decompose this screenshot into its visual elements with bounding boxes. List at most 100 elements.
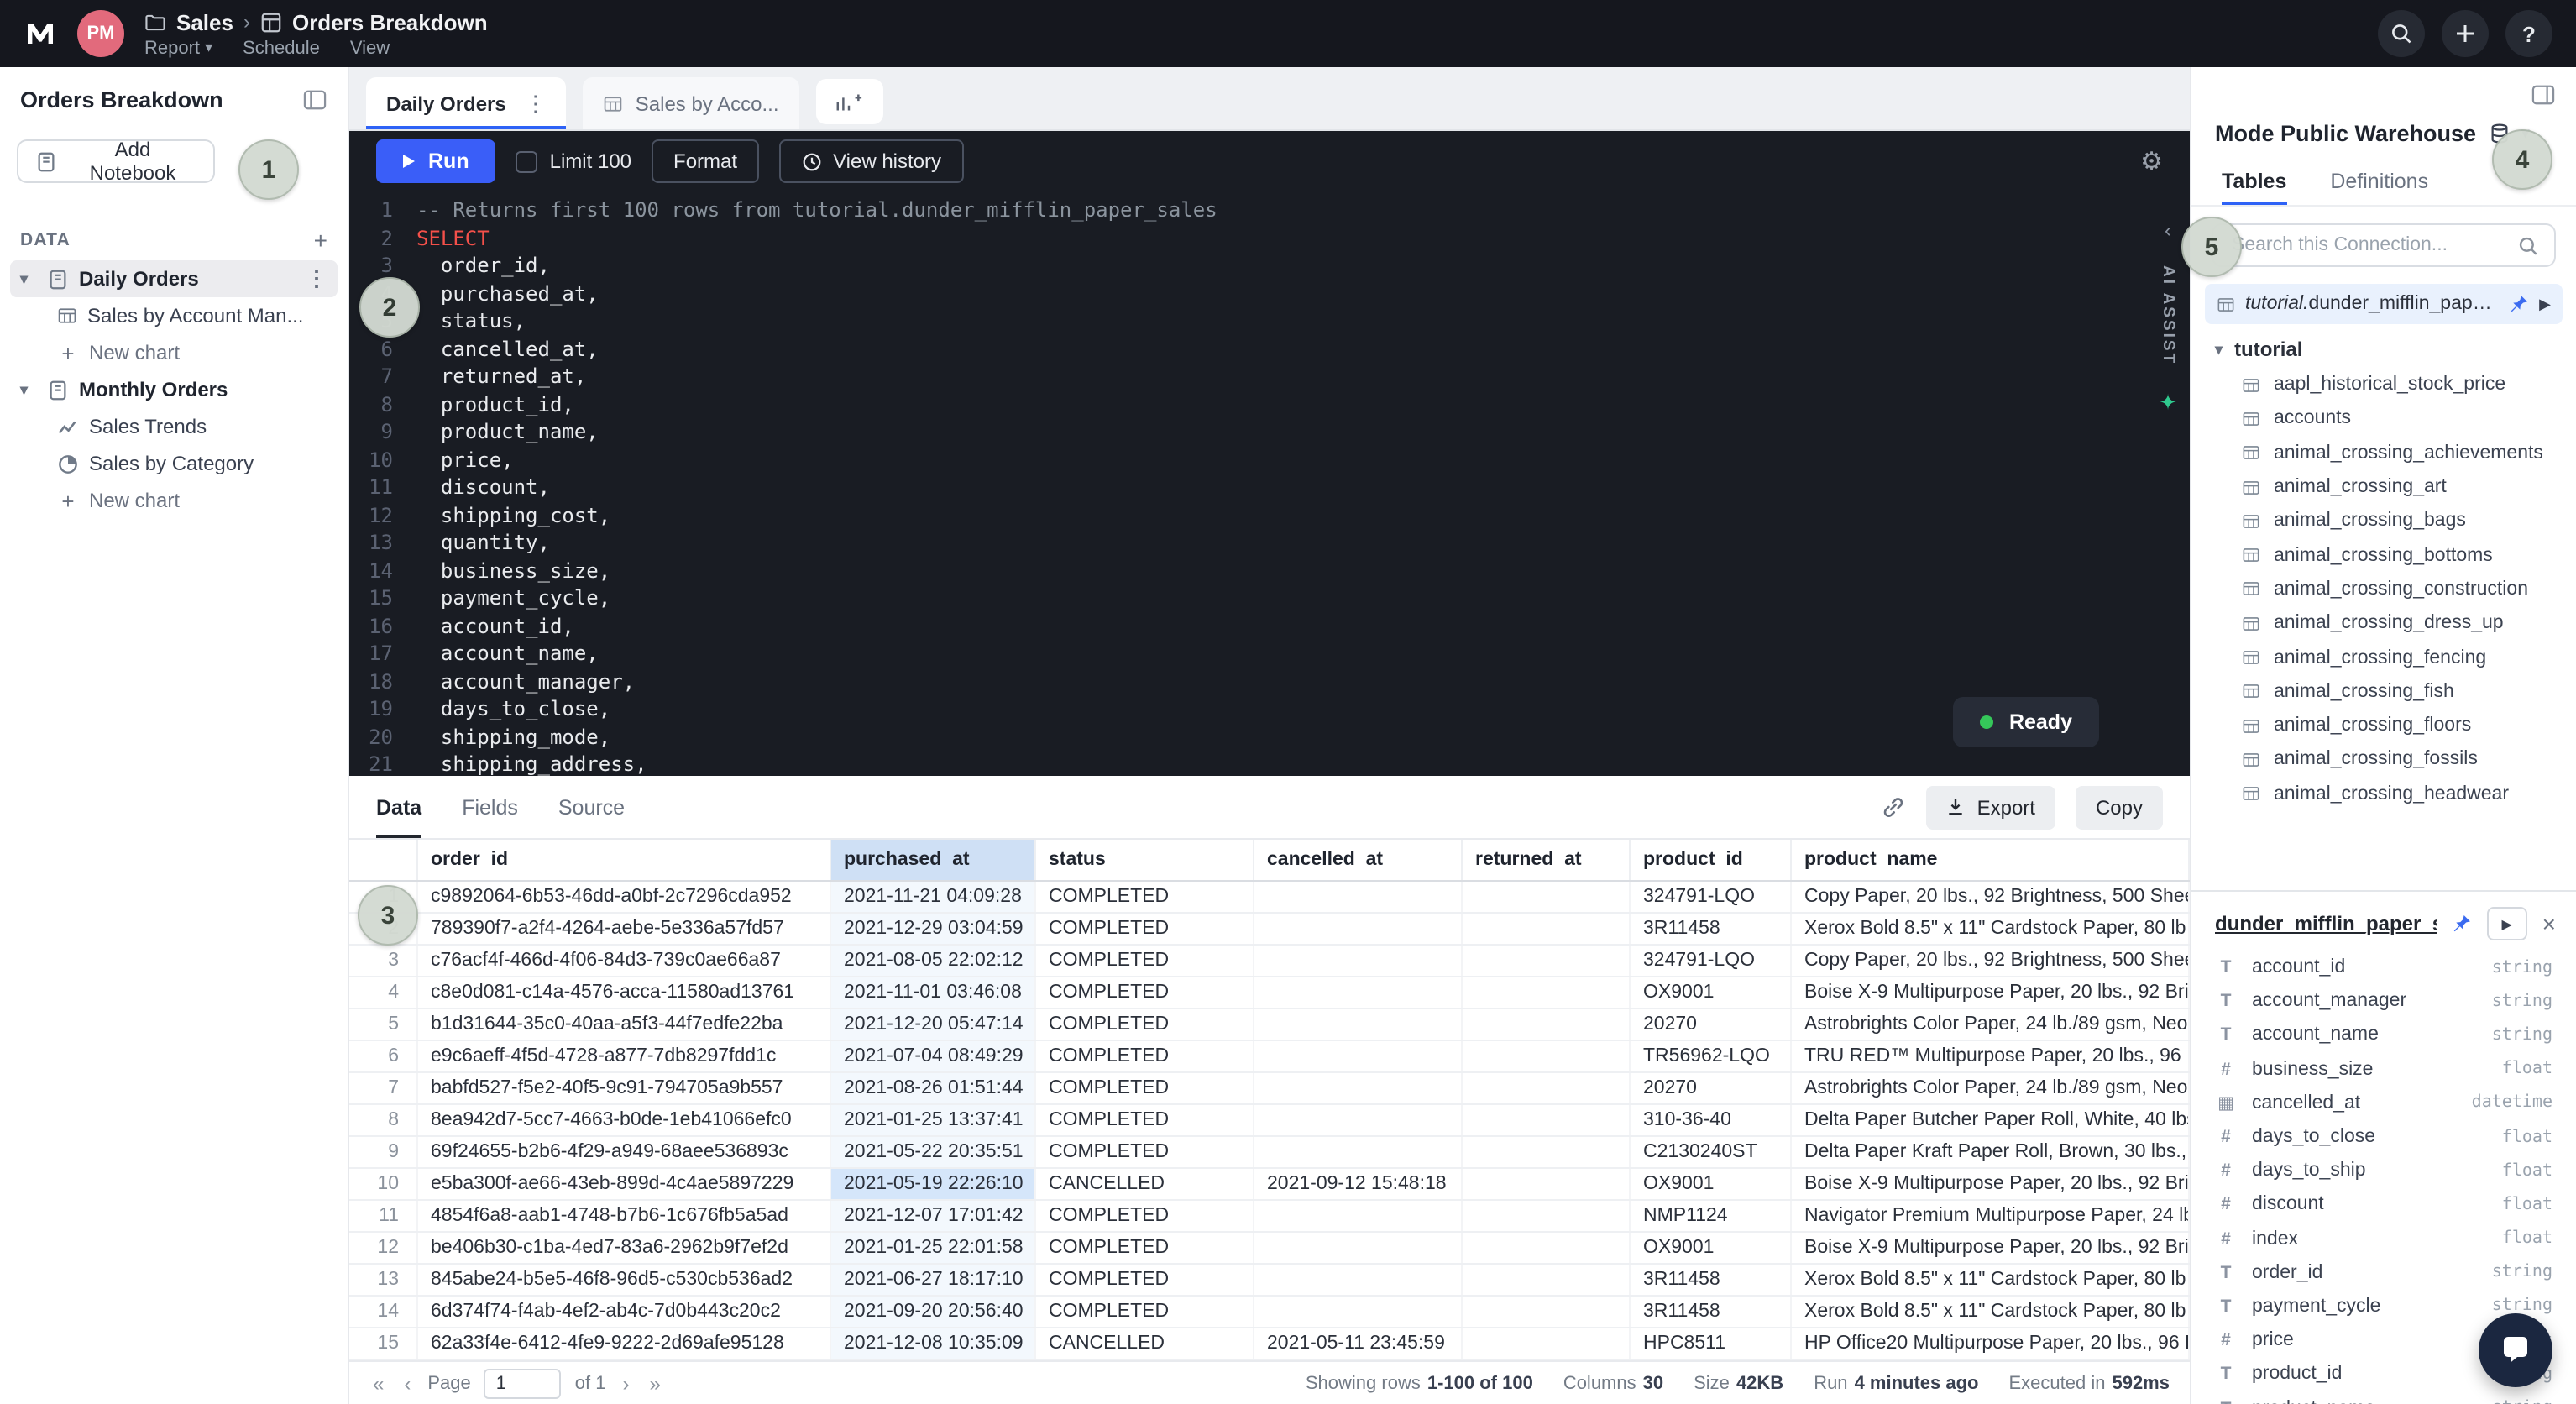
next-page-icon[interactable]: › <box>620 1371 633 1395</box>
table-list-item[interactable]: animal_crossing_fossils <box>2191 743 2576 778</box>
cell-status[interactable]: COMPLETED <box>1034 880 1253 912</box>
view-history-button[interactable]: View history <box>779 139 963 183</box>
cell-returned-at[interactable] <box>1461 1167 1629 1199</box>
cell-purchased-at[interactable]: 2021-05-19 22:26:10 <box>830 1167 1034 1199</box>
table-list-item[interactable]: animal_crossing_fencing <box>2191 641 2576 675</box>
cell-order-id[interactable]: c8e0d081-c14a-4576-acca-11580ad13761 <box>416 976 830 1008</box>
cell-purchased-at[interactable]: 2021-12-20 05:47:14 <box>830 1008 1034 1040</box>
limit-checkbox-row[interactable]: Limit 100 <box>516 149 631 173</box>
sparkle-icon[interactable]: ✦ <box>2159 389 2177 416</box>
code-line[interactable]: 12 shipping_cost, <box>349 501 2146 529</box>
cell-product-id[interactable]: 3R11458 <box>1629 1263 1790 1295</box>
connection-search[interactable] <box>2212 223 2556 267</box>
cell-purchased-at[interactable]: 2021-05-22 20:35:51 <box>830 1135 1034 1167</box>
column-header-status[interactable]: status <box>1034 840 1253 880</box>
cell-product-id[interactable]: 310-36-40 <box>1629 1103 1790 1135</box>
menu-report[interactable]: Report▾ <box>144 38 212 58</box>
field-row[interactable]: account_name string <box>2191 1019 2576 1052</box>
cell-returned-at[interactable] <box>1461 1327 1629 1359</box>
collapse-rail-icon[interactable]: ‹ <box>2165 218 2171 242</box>
run-button[interactable]: Run <box>376 139 496 183</box>
code-line[interactable]: 7 returned_at, <box>349 363 2146 390</box>
cell-purchased-at[interactable]: 2021-01-25 13:37:41 <box>830 1103 1034 1135</box>
table-row[interactable]: 5 b1d31644-35c0-40aa-a5f3-44f7edfe22ba 2… <box>349 1008 2189 1040</box>
cell-product-id[interactable]: 20270 <box>1629 1071 1790 1103</box>
cell-purchased-at[interactable]: 2021-11-01 03:46:08 <box>830 976 1034 1008</box>
avatar[interactable]: PM <box>77 10 124 57</box>
table-row[interactable]: 14 6d374f74-f4ab-4ef2-ab4c-7d0b443c20c2 … <box>349 1295 2189 1327</box>
chevron-down-icon[interactable]: ▾ <box>2215 340 2223 359</box>
copy-button[interactable]: Copy <box>2076 785 2163 829</box>
sidebar-item-sales-trends[interactable]: Sales Trends <box>10 408 338 445</box>
cell-status[interactable]: COMPLETED <box>1034 1263 1253 1295</box>
cell-product-id[interactable]: 324791-LQO <box>1629 880 1790 912</box>
cell-cancelled-at[interactable] <box>1253 1135 1461 1167</box>
cell-cancelled-at[interactable]: 2021-09-12 15:48:18 <box>1253 1167 1461 1199</box>
table-list-item[interactable]: animal_crossing_fish <box>2191 674 2576 709</box>
chevron-down-icon[interactable]: ▾ <box>20 270 37 288</box>
cell-status[interactable]: COMPLETED <box>1034 1040 1253 1071</box>
cell-product-id[interactable]: HPC8511 <box>1629 1327 1790 1359</box>
cell-returned-at[interactable] <box>1461 912 1629 944</box>
cell-status[interactable]: COMPLETED <box>1034 1071 1253 1103</box>
table-row[interactable]: 15 62a33f4e-6412-4fe9-9222-2d69afe95128 … <box>349 1327 2189 1359</box>
cell-order-id[interactable]: be406b30-c1ba-4ed7-83a6-2962b9f7ef2d <box>416 1231 830 1263</box>
column-header-purchased-at[interactable]: purchased_at <box>830 840 1034 880</box>
cell-product-name[interactable]: Delta Paper Kraft Paper Roll, Brown, 30 … <box>1790 1135 2189 1167</box>
table-list-item[interactable]: animal_crossing_bags <box>2191 504 2576 538</box>
code-line[interactable]: 6 cancelled_at, <box>349 335 2146 363</box>
cell-order-id[interactable]: e5ba300f-ae66-43eb-899d-4c4ae5897229 <box>416 1167 830 1199</box>
table-row[interactable]: 3 c76acf4f-466d-4f06-84d3-739c0ae66a87 2… <box>349 944 2189 976</box>
code-line[interactable]: 11 discount, <box>349 474 2146 501</box>
code-line[interactable]: 17 account_name, <box>349 640 2146 668</box>
table-list-item[interactable]: aapl_historical_stock_price <box>2191 368 2576 402</box>
cell-status[interactable]: COMPLETED <box>1034 976 1253 1008</box>
cell-product-id[interactable]: 3R11458 <box>1629 912 1790 944</box>
cell-product-id[interactable]: 3R11458 <box>1629 1295 1790 1327</box>
cell-product-id[interactable]: OX9001 <box>1629 976 1790 1008</box>
cell-order-id[interactable]: 62a33f4e-6412-4fe9-9222-2d69afe95128 <box>416 1327 830 1359</box>
cell-status[interactable]: COMPLETED <box>1034 1103 1253 1135</box>
cell-product-name[interactable]: Copy Paper, 20 lbs., 92 Brightness, 500 … <box>1790 944 2189 976</box>
table-row[interactable]: 13 845abe24-b5e5-46f8-96d5-c530cb536ad2 … <box>349 1263 2189 1295</box>
field-row[interactable]: index float <box>2191 1222 2576 1255</box>
table-row[interactable]: 8 8ea942d7-5cc7-4663-b0de-1eb41066efc0 2… <box>349 1103 2189 1135</box>
cell-product-name[interactable]: Boise X-9 Multipurpose Paper, 20 lbs., 9… <box>1790 976 2189 1008</box>
table-row[interactable]: 4 c8e0d081-c14a-4576-acca-11580ad13761 2… <box>349 976 2189 1008</box>
cell-cancelled-at[interactable] <box>1253 912 1461 944</box>
tab-definitions[interactable]: Definitions <box>2330 156 2428 205</box>
add-chart-tab-button[interactable] <box>816 79 883 124</box>
schema-tutorial[interactable]: ▾ tutorial <box>2191 331 2576 368</box>
cell-returned-at[interactable] <box>1461 1199 1629 1231</box>
cell-returned-at[interactable] <box>1461 976 1629 1008</box>
cell-returned-at[interactable] <box>1461 1008 1629 1040</box>
cell-returned-at[interactable] <box>1461 1103 1629 1135</box>
chat-widget-button[interactable] <box>2479 1313 2552 1387</box>
collapse-sidebar-icon[interactable] <box>302 89 327 111</box>
cell-status[interactable]: COMPLETED <box>1034 1008 1253 1040</box>
sidebar-item-daily-orders[interactable]: ▾ Daily Orders ⋮ <box>10 260 338 297</box>
cell-status[interactable]: COMPLETED <box>1034 1295 1253 1327</box>
tab-fields[interactable]: Fields <box>462 776 518 838</box>
cell-product-name[interactable]: Delta Paper Butcher Paper Roll, White, 4… <box>1790 1103 2189 1135</box>
cell-product-name[interactable]: Copy Paper, 20 lbs., 92 Brightness, 500 … <box>1790 880 2189 912</box>
table-row[interactable]: 9 69f24655-b2b6-4f29-a949-68aee536893c 2… <box>349 1135 2189 1167</box>
mode-logo-icon[interactable] <box>24 17 57 50</box>
cell-product-id[interactable]: TR56962-LQO <box>1629 1040 1790 1071</box>
table-list-item[interactable]: animal_crossing_art <box>2191 470 2576 505</box>
field-row[interactable]: cancelled_at datetime <box>2191 1087 2576 1120</box>
sidebar-item-sales-by-category[interactable]: Sales by Category <box>10 445 338 482</box>
cell-order-id[interactable]: babfd527-f5e2-40f5-9c91-794705a9b557 <box>416 1071 830 1103</box>
format-button[interactable]: Format <box>652 139 759 183</box>
cell-returned-at[interactable] <box>1461 1231 1629 1263</box>
tab-source[interactable]: Source <box>558 776 625 838</box>
cell-cancelled-at[interactable] <box>1253 1040 1461 1071</box>
new-button[interactable] <box>2442 10 2489 57</box>
table-list-item[interactable]: animal_crossing_achievements <box>2191 436 2576 470</box>
cell-returned-at[interactable] <box>1461 880 1629 912</box>
table-list-item[interactable]: animal_crossing_floors <box>2191 709 2576 743</box>
cell-returned-at[interactable] <box>1461 1295 1629 1327</box>
code-line[interactable]: 18 account_manager, <box>349 668 2146 695</box>
pin-icon[interactable] <box>2452 914 2472 934</box>
table-list-item[interactable]: animal_crossing_bottoms <box>2191 538 2576 573</box>
